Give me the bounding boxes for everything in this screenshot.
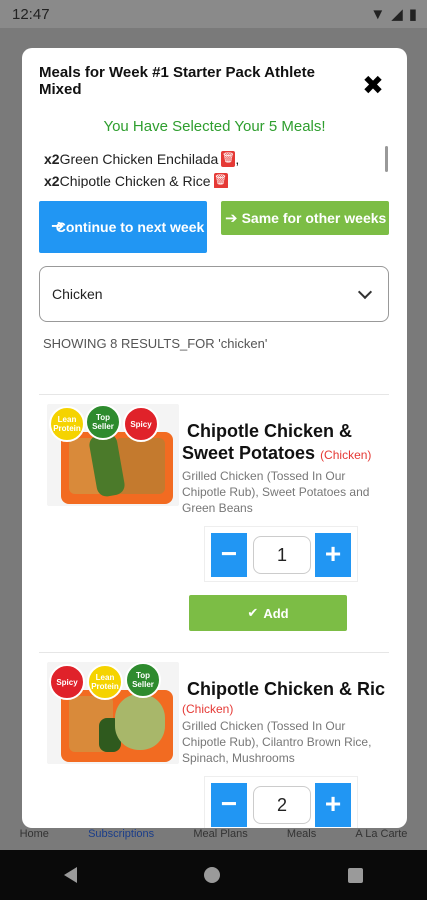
top-seller-badge: Top Seller <box>125 662 161 698</box>
wifi-icon: ▼ <box>370 5 386 23</box>
category-dropdown[interactable]: Chicken <box>39 266 389 322</box>
arrow-right-icon: ➔ <box>51 218 65 235</box>
selected-meals-list: x2 Green Chicken Enchilada 🗑 , x2 Chipot… <box>44 148 389 188</box>
home-icon[interactable] <box>204 867 221 883</box>
check-icon: ✔ <box>247 605 259 620</box>
selected-meal-qty: x2 <box>44 173 60 188</box>
decrement-button[interactable]: − <box>211 783 247 827</box>
lean-protein-badge: Lean Protein <box>87 664 123 700</box>
close-icon[interactable]: ✖ <box>362 72 384 98</box>
meal-food <box>115 694 165 750</box>
scrollbar[interactable] <box>385 146 388 172</box>
meal-category: (Chicken) <box>320 448 372 462</box>
trash-icon[interactable]: 🗑 <box>213 173 228 188</box>
selected-meal-qty: x2 <box>44 151 60 167</box>
android-nav-bar <box>0 850 427 900</box>
recent-apps-icon[interactable] <box>348 867 364 883</box>
tab-subscriptions[interactable]: Subscriptions <box>88 826 154 850</box>
quantity-stepper: − 2 + <box>204 776 358 828</box>
meal-name[interactable]: Chipotle Chicken & <box>187 420 352 442</box>
selected-message: You Have Selected Your 5 Meals! <box>103 118 326 135</box>
meal-card: Spicy Lean Protein Top Seller Chipotle C… <box>39 658 394 828</box>
signal-icon: ◢ <box>391 6 403 23</box>
quantity-stepper: − 1 + <box>204 526 358 582</box>
meal-category: (Chicken) <box>182 702 234 716</box>
tab-a-la-carte[interactable]: A La Carte <box>355 826 407 850</box>
tab-meal-plans[interactable]: Meal Plans <box>193 826 247 850</box>
divider <box>39 394 389 395</box>
decrement-button[interactable]: − <box>211 533 247 577</box>
selected-meal-name: Chipotle Chicken & Rice <box>59 173 211 188</box>
continue-next-week-button[interactable]: ➔ Continue to next week <box>39 201 207 253</box>
selected-meal-separator: , <box>235 151 240 167</box>
meal-name-line2: Sweet Potatoes <box>182 443 316 463</box>
modal-title: Meals for Week #1 Starter Pack Athlete M… <box>39 64 315 98</box>
meal-description: Grilled Chicken (Tossed In Our Chipotle … <box>182 719 372 765</box>
increment-button[interactable]: + <box>315 533 351 577</box>
meal-name-line2-row: Sweet Potatoes (Chicken) <box>182 442 371 466</box>
battery-icon: ▮ <box>408 6 417 23</box>
trash-icon[interactable]: 🗑 <box>221 151 236 167</box>
meal-image: Lean Protein Top Seller Spicy <box>47 404 179 506</box>
tab-home[interactable]: Home <box>20 826 49 850</box>
selected-meal-name: Green Chicken Enchilada <box>59 151 219 167</box>
add-button[interactable]: ✔ Add <box>189 595 347 631</box>
spicy-badge: Spicy <box>49 664 85 700</box>
same-for-other-weeks-button[interactable]: ➔ Same for other weeks <box>221 201 389 235</box>
dropdown-value: Chicken <box>52 286 103 302</box>
meal-name[interactable]: Chipotle Chicken & Ric <box>187 678 392 700</box>
bottom-tab-bar: Home Subscriptions Meal Plans Meals A La… <box>0 826 427 850</box>
status-time: 12:47 <box>12 5 50 23</box>
status-bar: 12:47 ▼ ◢ ▮ <box>0 0 427 28</box>
quantity-field[interactable]: 2 <box>253 786 311 824</box>
divider <box>39 652 389 653</box>
meal-selection-modal: Meals for Week #1 Starter Pack Athlete M… <box>22 48 407 828</box>
back-icon[interactable] <box>63 867 77 883</box>
lean-protein-badge: Lean Protein <box>49 406 85 442</box>
meal-card: Lean Protein Top Seller Spicy Chipotle C… <box>39 400 394 650</box>
meal-name-line1: Chipotle Chicken & <box>187 421 353 441</box>
selected-meal-item: x2 Green Chicken Enchilada 🗑 , <box>44 148 389 170</box>
chevron-down-icon <box>357 284 373 299</box>
arrow-right-icon: ➔ <box>225 210 238 227</box>
meal-image: Spicy Lean Protein Top Seller <box>47 662 179 764</box>
status-icons: ▼ ◢ ▮ <box>370 5 417 24</box>
selected-meal-item: x2 Chipotle Chicken & Rice 🗑 <box>44 170 389 188</box>
tab-meals[interactable]: Meals <box>287 826 316 850</box>
add-label: Add <box>263 605 289 621</box>
continue-label: Continue to next week <box>55 219 205 235</box>
results-count: SHOWING 8 RESULTS_FOR 'chicken' <box>43 336 268 351</box>
same-label: Same for other weeks <box>241 210 387 226</box>
quantity-field[interactable]: 1 <box>253 536 311 574</box>
increment-button[interactable]: + <box>315 783 351 827</box>
meal-description: Grilled Chicken (Tossed In Our Chipotle … <box>182 469 370 515</box>
top-seller-badge: Top Seller <box>85 404 121 440</box>
spicy-badge: Spicy <box>123 406 159 442</box>
